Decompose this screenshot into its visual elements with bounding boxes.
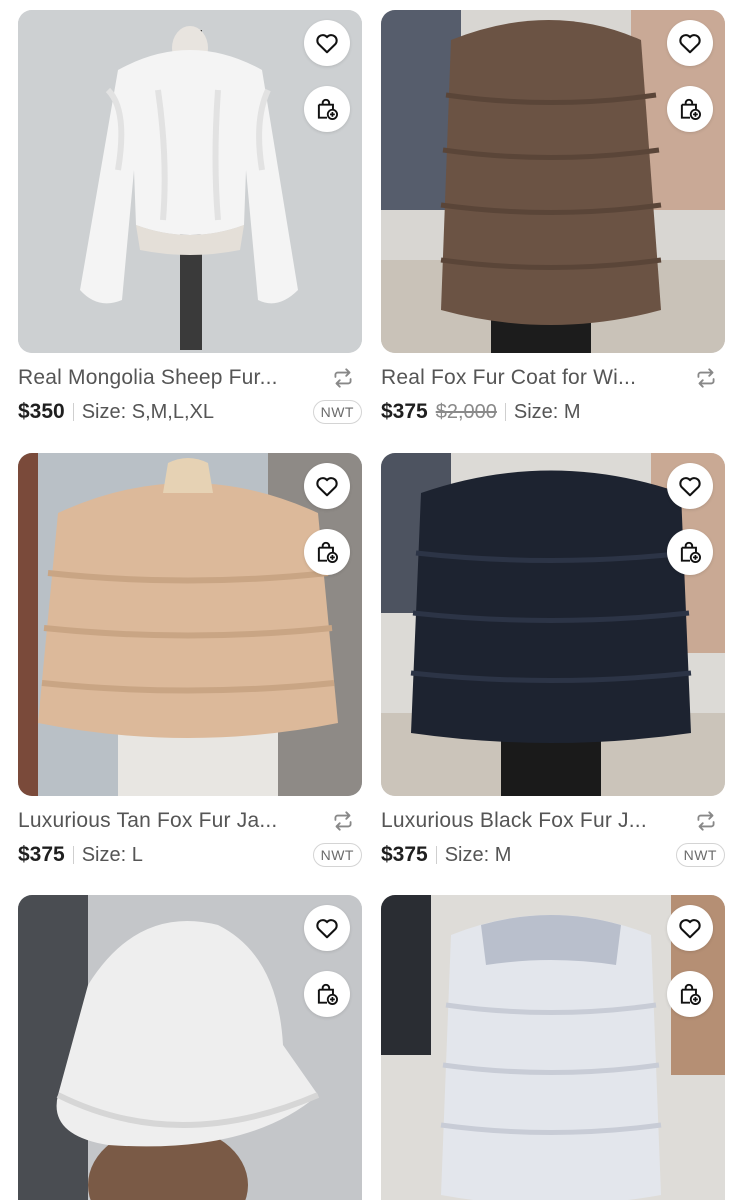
product-price: $375 <box>18 843 65 866</box>
bag-plus-icon <box>317 541 338 563</box>
bag-plus-icon <box>680 98 701 120</box>
nwt-badge: NWT <box>312 843 362 867</box>
product-card[interactable]: Luxurious Black Fox Fur J... $375 Size: … <box>381 453 725 870</box>
bag-plus-icon <box>317 98 338 120</box>
product-card[interactable] <box>381 895 725 1200</box>
repost-icon[interactable] <box>330 808 356 834</box>
divider <box>435 846 437 864</box>
bag-plus-icon <box>680 983 701 1005</box>
repost-icon[interactable] <box>693 365 719 391</box>
heart-icon <box>316 919 338 939</box>
product-title[interactable]: Real Mongolia Sheep Fur... <box>18 366 330 390</box>
product-card[interactable] <box>18 895 362 1200</box>
product-image[interactable] <box>381 10 725 353</box>
heart-icon <box>316 34 338 54</box>
product-price: $375 <box>381 843 428 866</box>
black-fox-fur-jacket-photo <box>381 453 725 796</box>
repost-icon[interactable] <box>330 365 356 391</box>
add-to-bundle-button[interactable] <box>667 971 713 1017</box>
product-size: Size: S,M,L,XL <box>81 400 214 423</box>
product-image[interactable] <box>381 895 725 1200</box>
add-to-bundle-button[interactable] <box>667 86 713 132</box>
product-title[interactable]: Luxurious Tan Fox Fur Ja... <box>18 809 330 833</box>
bag-plus-icon <box>680 541 701 563</box>
add-to-bundle-button[interactable] <box>304 971 350 1017</box>
product-price: $350 <box>18 400 65 423</box>
white-fur-jacket-photo <box>18 10 362 353</box>
like-button[interactable] <box>667 905 713 951</box>
product-size: Size: M <box>444 843 512 866</box>
divider <box>72 403 74 421</box>
product-card[interactable]: Real Fox Fur Coat for Wi... $375 $2,000 … <box>381 10 725 427</box>
heart-icon <box>679 919 701 939</box>
nwt-badge: NWT <box>312 400 362 424</box>
product-size: Size: L <box>81 843 143 866</box>
heart-icon <box>316 477 338 497</box>
like-button[interactable] <box>667 20 713 66</box>
like-button[interactable] <box>304 20 350 66</box>
product-image[interactable] <box>18 10 362 353</box>
product-title[interactable]: Real Fox Fur Coat for Wi... <box>381 366 693 390</box>
product-title[interactable]: Luxurious Black Fox Fur J... <box>381 809 693 833</box>
divider <box>504 403 506 421</box>
product-image[interactable] <box>18 895 362 1200</box>
like-button[interactable] <box>667 463 713 509</box>
like-button[interactable] <box>304 905 350 951</box>
heart-icon <box>679 34 701 54</box>
product-size: Size: M <box>513 400 581 423</box>
product-image[interactable] <box>18 453 362 796</box>
add-to-bundle-button[interactable] <box>304 86 350 132</box>
product-price: $375 <box>381 400 428 423</box>
add-to-bundle-button[interactable] <box>667 529 713 575</box>
product-card[interactable]: Real Mongolia Sheep Fur... $350 Size: S,… <box>18 10 362 427</box>
original-price: $2,000 <box>435 400 497 423</box>
product-grid: Real Mongolia Sheep Fur... $350 Size: S,… <box>0 0 743 1200</box>
tan-fox-fur-jacket-photo <box>18 453 362 796</box>
like-button[interactable] <box>304 463 350 509</box>
add-to-bundle-button[interactable] <box>304 529 350 575</box>
nwt-badge: NWT <box>675 843 725 867</box>
product-image[interactable] <box>381 453 725 796</box>
brown-fox-fur-coat-photo <box>381 10 725 353</box>
heart-icon <box>679 477 701 497</box>
repost-icon[interactable] <box>693 808 719 834</box>
bag-plus-icon <box>317 983 338 1005</box>
product-card[interactable]: Luxurious Tan Fox Fur Ja... $375 Size: L… <box>18 453 362 870</box>
divider <box>72 846 74 864</box>
